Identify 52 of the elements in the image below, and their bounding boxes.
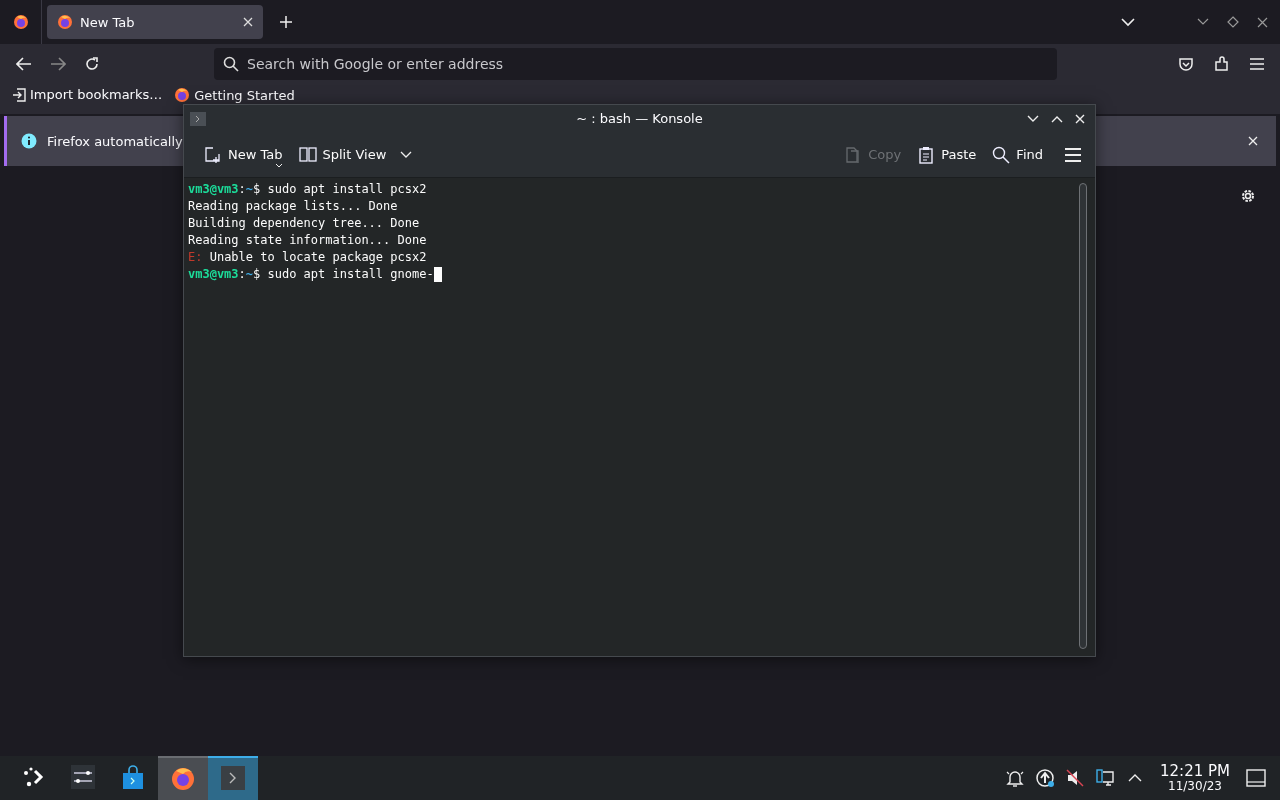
import-icon (12, 87, 26, 102)
address-field[interactable]: Search with Google or enter address (214, 48, 1057, 80)
toolbar-button[interactable]: Split View (294, 141, 417, 168)
menu-icon[interactable] (1065, 147, 1081, 162)
bookmark[interactable]: Import bookmarks… (12, 87, 163, 102)
search-icon (992, 145, 1011, 164)
pocket-icon[interactable] (1178, 56, 1194, 72)
firefox-icon (57, 14, 73, 30)
forward-icon[interactable] (50, 57, 66, 71)
terminal-line: Building dependency tree... Done (188, 215, 420, 232)
toolbar-button[interactable]: Paste (913, 141, 981, 168)
shopping-bag-icon (121, 765, 145, 791)
minimize-icon[interactable] (1197, 17, 1209, 27)
chevron-down-icon (400, 150, 413, 159)
split-view-icon (298, 145, 317, 164)
maximize-icon[interactable] (1227, 16, 1239, 28)
terminal-icon (221, 766, 245, 792)
chevron-down-icon[interactable] (1121, 17, 1135, 27)
toolbar-button[interactable]: Find (988, 141, 1047, 168)
firefox-icon (171, 766, 195, 792)
terminal-icon (190, 111, 206, 126)
muted-speaker-icon[interactable] (1065, 768, 1085, 788)
minimize-icon[interactable] (1027, 114, 1039, 123)
terminal-line: vm3@vm3:~$ sudo apt install gnome- (188, 266, 434, 283)
new-tab-icon (204, 145, 222, 164)
terminal-line: Reading state information... Done (188, 232, 427, 249)
bookmark[interactable]: Getting Started (174, 87, 295, 103)
settings-icon[interactable] (1240, 188, 1256, 204)
browser-tab[interactable]: New Tab (47, 5, 263, 39)
terminal-line: Reading package lists... Done (188, 198, 398, 215)
caret-icon (276, 163, 282, 168)
notification-text: Firefox automatically (47, 133, 183, 149)
toolbar-button[interactable]: New Tab (200, 141, 287, 168)
window-title: ~ : bash — Konsole (576, 111, 703, 126)
clipboard-icon (917, 145, 936, 164)
menu-icon[interactable] (1250, 58, 1264, 70)
info-icon (21, 133, 37, 149)
reload-icon[interactable] (84, 56, 100, 72)
back-icon[interactable] (16, 57, 32, 71)
sliders-icon (71, 765, 95, 791)
terminal-line: vm3@vm3:~$ sudo apt install pcsx2 (188, 181, 427, 198)
terminal-line: E: Unable to locate package pcsx2 (188, 249, 427, 266)
clock[interactable]: 12:21 PM 11/30/23 (1160, 763, 1230, 793)
upload-icon[interactable] (1035, 768, 1055, 788)
firefox-icon (174, 87, 191, 103)
close-icon[interactable] (1257, 16, 1268, 28)
plus-icon[interactable] (279, 15, 293, 29)
network-icon[interactable] (1095, 768, 1115, 788)
show-desktop-icon[interactable] (1246, 769, 1266, 787)
firefox-icon (12, 14, 29, 30)
bell-icon[interactable] (1005, 768, 1025, 788)
puzzle-icon[interactable] (1214, 56, 1230, 72)
